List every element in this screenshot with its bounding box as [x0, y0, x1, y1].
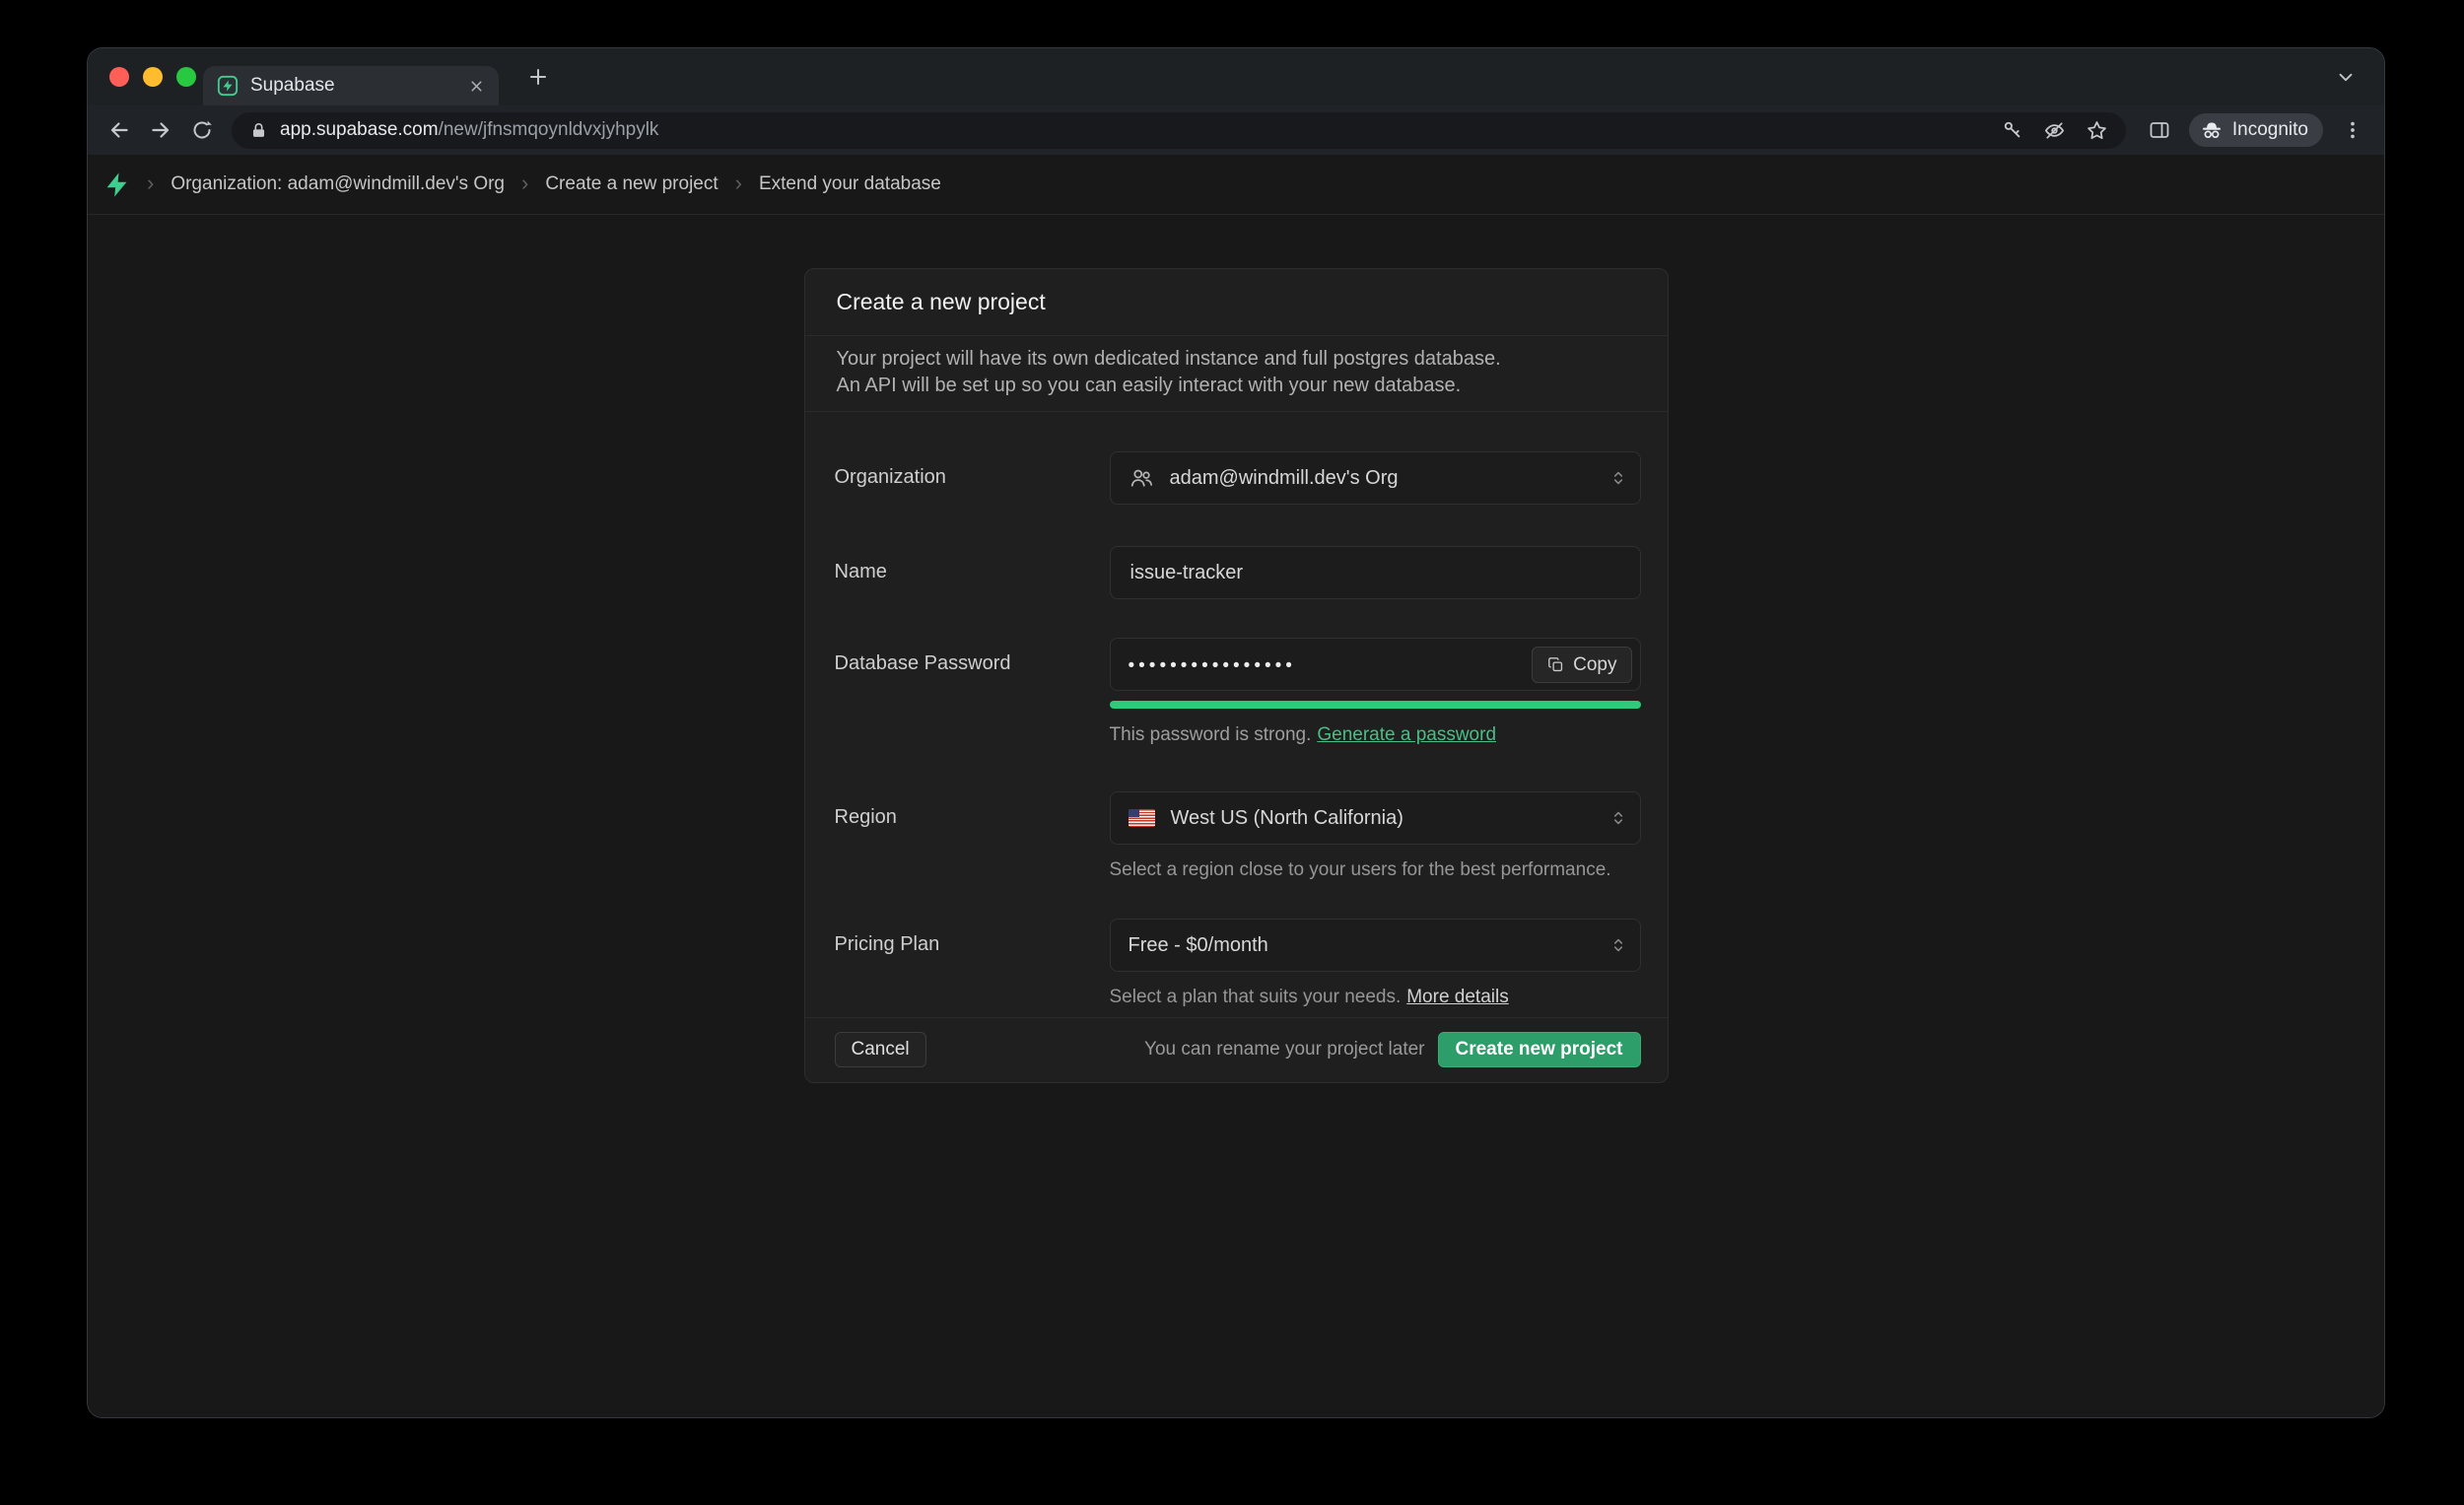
browser-tab-supabase[interactable]: Supabase	[203, 66, 499, 105]
region-help-text: Select a region close to your users for …	[1110, 859, 1641, 881]
breadcrumb-chevron-icon: ›	[735, 172, 742, 197]
rename-note: You can rename your project later	[1144, 1039, 1424, 1060]
breadcrumb-item-organization[interactable]: Organization: adam@windmill.dev's Org	[171, 173, 505, 195]
card-description: Your project will have its own dedicated…	[805, 336, 1668, 412]
breadcrumb-item-extend-database[interactable]: Extend your database	[759, 173, 941, 195]
supabase-favicon-icon	[217, 75, 239, 97]
region-select[interactable]: West US (North California)	[1110, 791, 1641, 845]
new-tab-button[interactable]	[521, 60, 555, 94]
project-name-input[interactable]	[1110, 546, 1641, 599]
description-line-2: An API will be set up so you can easily …	[837, 373, 1636, 399]
browser-toolbar: app.supabase.com/new/jfnsmqoynldvxjyhpyl…	[88, 105, 2384, 155]
pricing-plan-row: Pricing Plan Free - $0/month Select a p	[805, 919, 1668, 1008]
address-bar[interactable]: app.supabase.com/new/jfnsmqoynldvxjyhpyl…	[232, 112, 2126, 149]
back-button[interactable]	[102, 112, 137, 148]
eye-off-icon[interactable]	[2043, 119, 2066, 142]
incognito-label: Incognito	[2232, 119, 2308, 141]
region-value: West US (North California)	[1171, 807, 1403, 830]
breadcrumb-item-create-project[interactable]: Create a new project	[545, 173, 718, 195]
url-path: /new/jfnsmqoynldvxjyhpylk	[439, 119, 659, 140]
url-text: app.supabase.com/new/jfnsmqoynldvxjyhpyl…	[280, 119, 658, 141]
select-updown-icon	[1608, 808, 1628, 828]
region-row: Region West US (North California) Selec	[805, 791, 1668, 881]
users-icon	[1129, 465, 1154, 491]
supabase-page: › Organization: adam@windmill.dev's Org …	[88, 155, 2384, 1417]
breadcrumb-chevron-icon: ›	[521, 172, 528, 197]
pricing-plan-select[interactable]: Free - $0/month	[1110, 919, 1641, 972]
card-footer: Cancel You can rename your project later…	[805, 1017, 1668, 1082]
organization-row: Organization	[805, 451, 1668, 505]
bookmark-star-icon[interactable]	[2086, 119, 2108, 142]
window-minimize-button[interactable]	[143, 67, 163, 87]
password-strength-note: This password is strong.Generate a passw…	[1110, 724, 1641, 746]
tab-title: Supabase	[250, 75, 456, 97]
name-row: Name	[805, 546, 1668, 599]
us-flag-icon	[1129, 809, 1155, 827]
reload-button[interactable]	[184, 112, 220, 148]
tab-search-chevron-icon[interactable]	[2329, 60, 2362, 94]
region-label: Region	[835, 791, 1110, 881]
supabase-logo-icon[interactable]	[103, 171, 130, 198]
url-domain: app.supabase.com	[280, 119, 439, 140]
tab-close-icon[interactable]	[468, 78, 485, 95]
page-title: Create a new project	[837, 289, 1636, 315]
browser-window: Supabase	[87, 47, 2385, 1418]
create-new-project-button[interactable]: Create new project	[1438, 1032, 1641, 1067]
create-project-form: Organization	[805, 412, 1668, 1008]
plan-help-text: Select a plan that suits your needs.	[1110, 987, 1402, 1007]
tab-strip: Supabase	[88, 48, 2384, 105]
password-key-icon[interactable]	[2002, 119, 2023, 141]
create-project-card: Create a new project Your project will h…	[804, 268, 1669, 1083]
card-header: Create a new project	[805, 269, 1668, 336]
more-details-link[interactable]: More details	[1406, 987, 1509, 1007]
copy-password-button[interactable]: Copy	[1532, 647, 1631, 683]
organization-select[interactable]: adam@windmill.dev's Org	[1110, 451, 1641, 505]
side-panel-icon[interactable]	[2142, 112, 2177, 148]
pricing-plan-label: Pricing Plan	[835, 919, 1110, 1008]
password-masked-value: ••••••••••••••••	[1129, 651, 1296, 677]
browser-menu-icon[interactable]	[2335, 112, 2370, 148]
pricing-plan-value: Free - $0/month	[1129, 934, 1268, 957]
forward-button[interactable]	[143, 112, 178, 148]
organization-value: adam@windmill.dev's Org	[1170, 467, 1399, 490]
organization-label: Organization	[835, 451, 1110, 505]
window-zoom-button[interactable]	[176, 67, 196, 87]
window-controls	[109, 67, 196, 87]
cancel-button[interactable]: Cancel	[835, 1032, 926, 1067]
description-line-1: Your project will have its own dedicated…	[837, 346, 1636, 373]
incognito-icon	[2200, 118, 2224, 142]
strength-text: This password is strong.	[1110, 724, 1312, 745]
password-row: Database Password ••••••••••••••••	[805, 638, 1668, 746]
incognito-badge: Incognito	[2189, 113, 2323, 147]
pricing-plan-help-text: Select a plan that suits your needs.More…	[1110, 987, 1641, 1008]
password-strength-bar	[1110, 701, 1641, 709]
breadcrumb: › Organization: adam@windmill.dev's Org …	[88, 155, 2384, 215]
select-updown-icon	[1608, 935, 1628, 955]
lock-icon[interactable]	[249, 121, 268, 140]
page-content: Create a new project Your project will h…	[88, 215, 2384, 1417]
breadcrumb-chevron-icon: ›	[147, 172, 154, 197]
copy-icon	[1546, 655, 1565, 674]
name-label: Name	[835, 546, 1110, 599]
desktop-background: Supabase	[0, 0, 2464, 1505]
window-close-button[interactable]	[109, 67, 129, 87]
select-updown-icon	[1608, 468, 1628, 488]
omnibox-actions	[2002, 119, 2108, 142]
generate-password-link[interactable]: Generate a password	[1317, 724, 1496, 745]
password-label: Database Password	[835, 638, 1110, 746]
copy-label: Copy	[1573, 654, 1616, 676]
